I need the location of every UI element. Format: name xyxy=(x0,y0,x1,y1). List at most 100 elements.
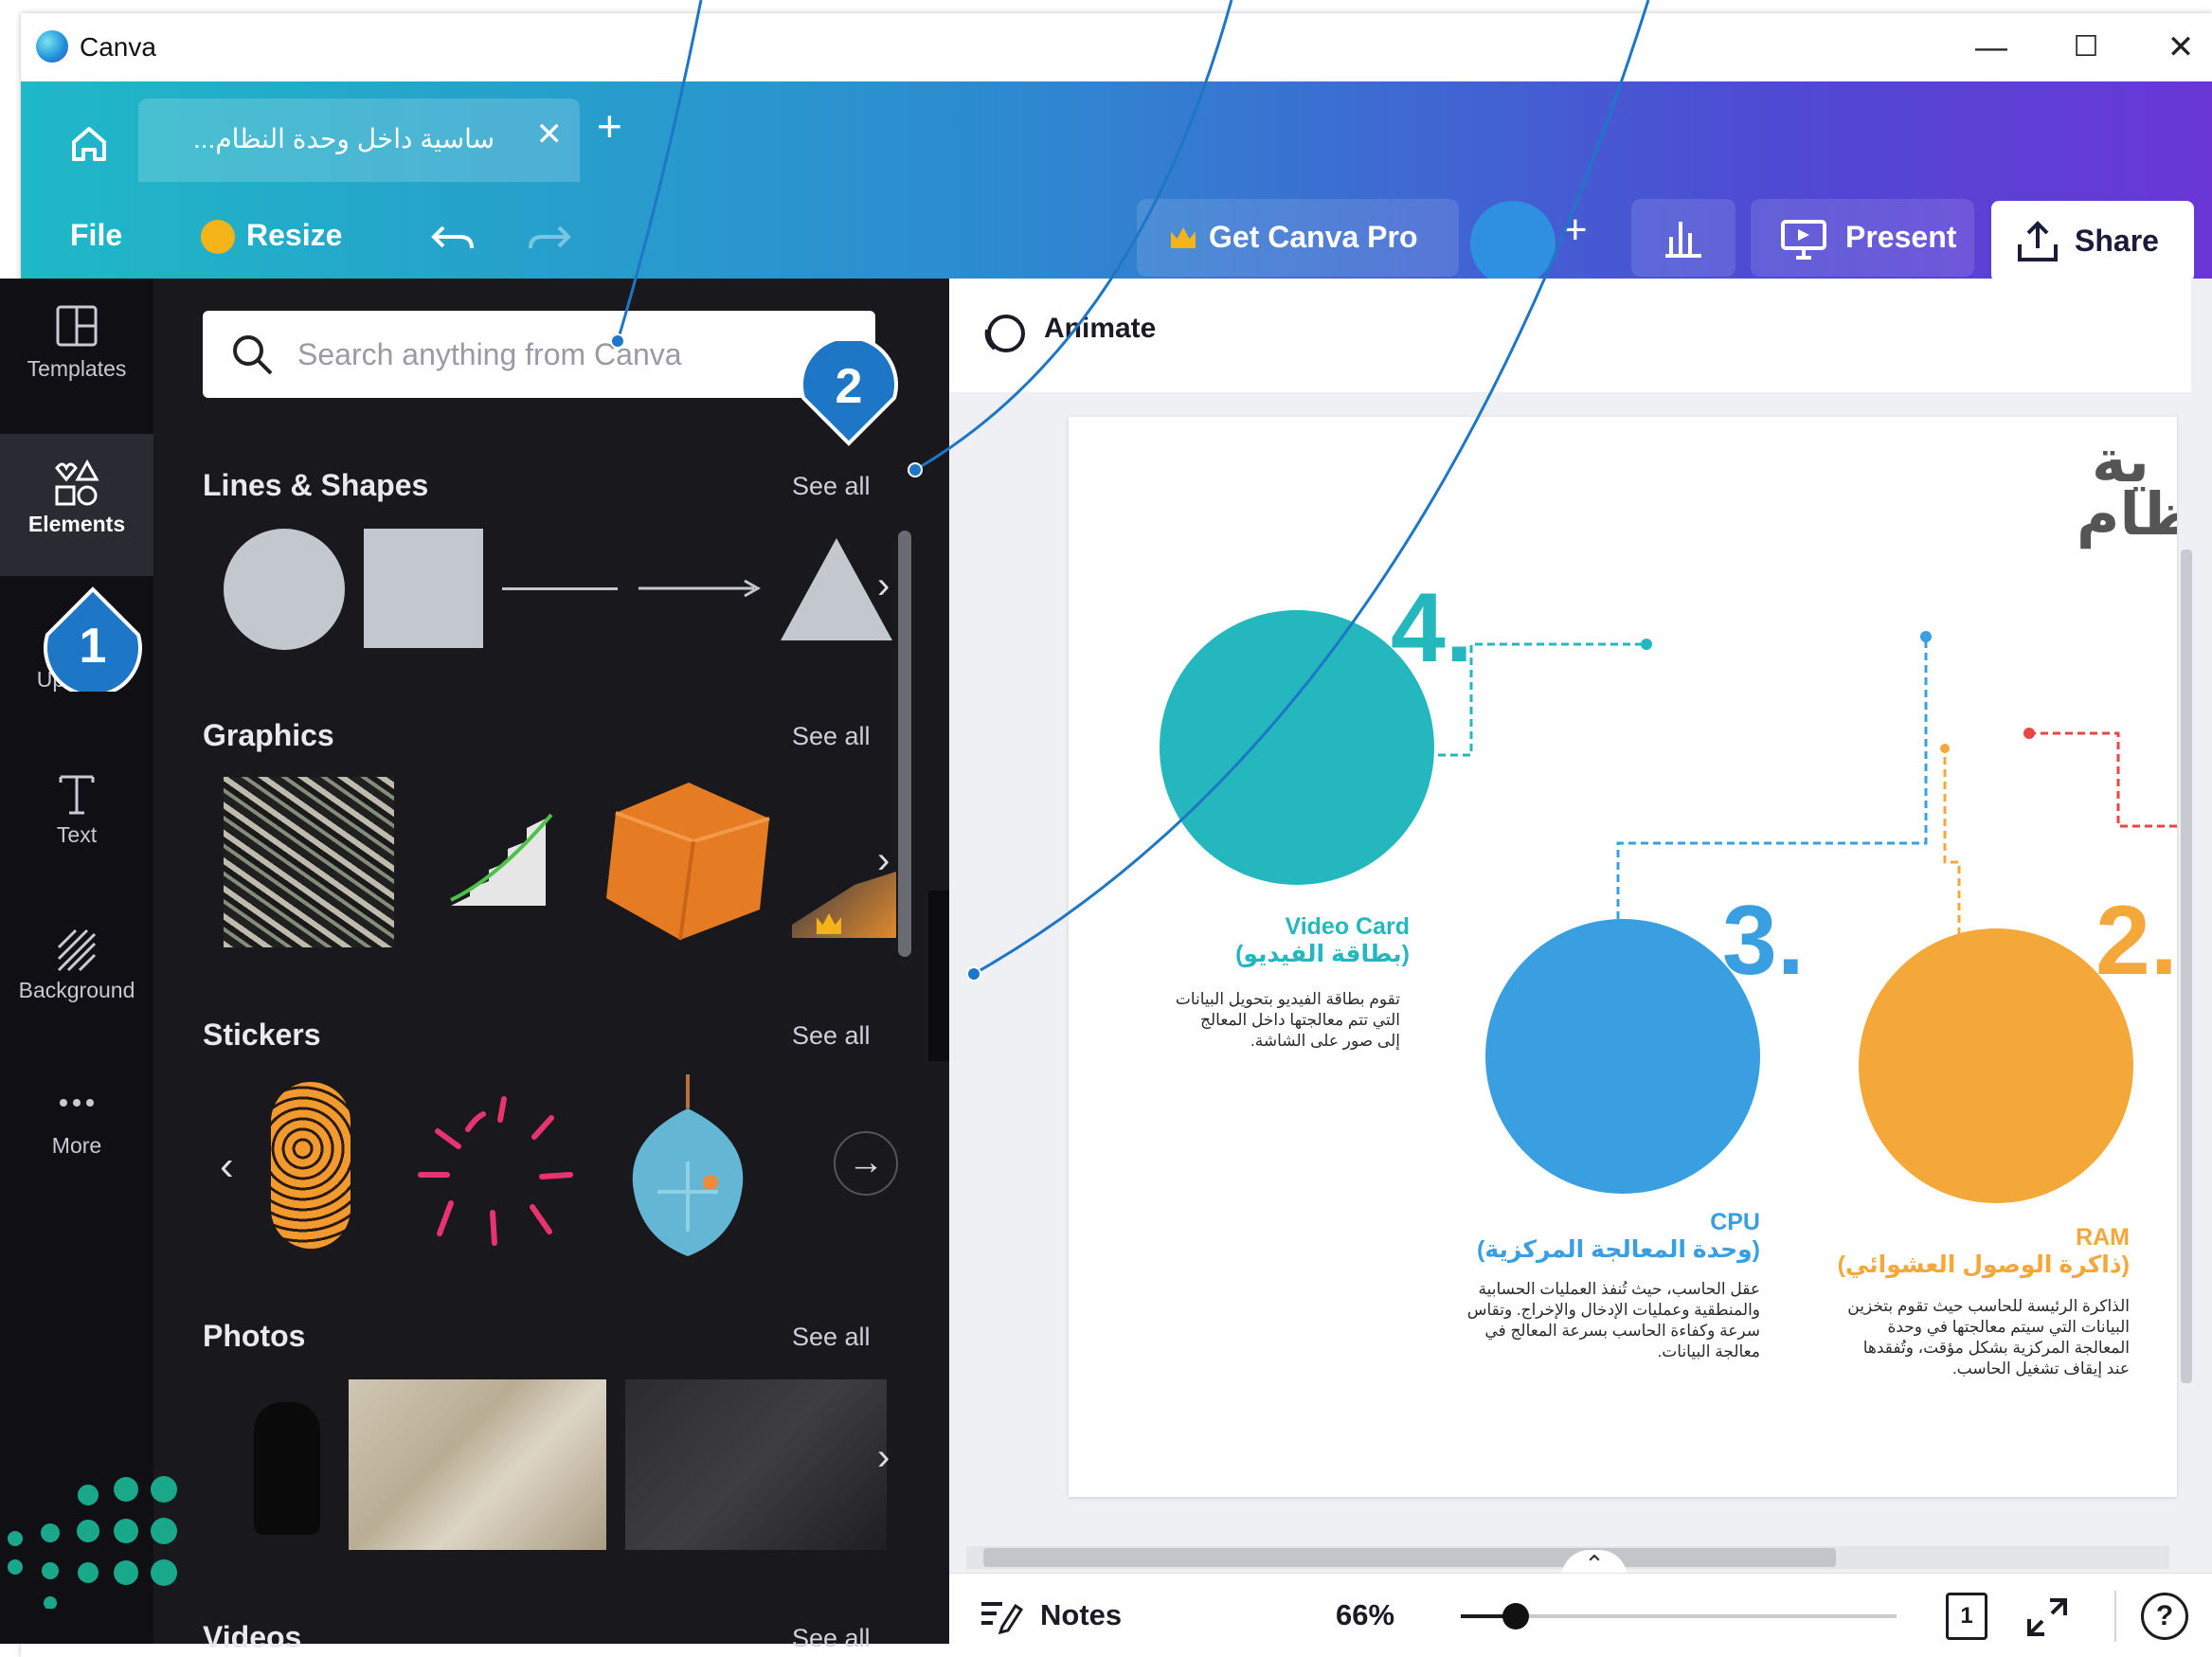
undo-icon[interactable] xyxy=(428,214,479,260)
more-icon xyxy=(60,1099,94,1107)
arrow-right-icon[interactable]: → xyxy=(834,1131,898,1196)
present-button[interactable]: Present xyxy=(1751,199,1974,277)
sticker-pink-burst[interactable] xyxy=(409,1080,580,1251)
text-icon xyxy=(59,775,95,815)
redo-icon[interactable] xyxy=(523,214,574,260)
graphic-orange-cube[interactable] xyxy=(599,777,779,946)
graphic-money-confetti[interactable] xyxy=(224,777,394,947)
decorative-dots-logo xyxy=(8,1476,177,1609)
rail-item-background[interactable]: Background xyxy=(0,900,153,1042)
notes-button[interactable]: Notes xyxy=(1040,1598,1122,1632)
callout-number-2: 2 xyxy=(835,359,863,414)
ram-circle[interactable] xyxy=(1859,928,2133,1203)
home-button[interactable] xyxy=(42,104,136,180)
vertical-scroll-thumb[interactable] xyxy=(2181,549,2192,1383)
animate-button[interactable]: Animate xyxy=(1044,313,1156,345)
fullscreen-icon[interactable] xyxy=(2025,1596,2069,1638)
get-canva-pro-button[interactable]: Get Canva Pro xyxy=(1137,199,1459,277)
page-count-button[interactable]: 1 xyxy=(1946,1593,1987,1640)
see-all-photos[interactable]: See all xyxy=(792,1323,871,1352)
chart-icon xyxy=(1665,222,1701,258)
editor-header: ساسية داخل وحدة النظام... ✕ + File Resiz… xyxy=(21,81,2212,292)
zoom-slider-handle[interactable] xyxy=(1502,1603,1529,1630)
footer-divider xyxy=(2114,1591,2116,1642)
arrow-line-shape[interactable] xyxy=(637,574,764,603)
close-window-button[interactable]: ✕ xyxy=(2152,25,2209,70)
share-label: Share xyxy=(2075,224,2159,258)
ram-number: 2. xyxy=(2095,886,2177,996)
cpu-circle[interactable] xyxy=(1485,919,1760,1194)
editor-footer: Notes 66% 1 ? xyxy=(949,1573,2212,1657)
rail-item-more[interactable]: More xyxy=(0,1055,153,1198)
chevron-left-icon[interactable]: ‹ xyxy=(220,1143,234,1190)
add-collaborator-button[interactable]: + xyxy=(1563,207,1588,254)
chevron-right-icon[interactable]: › xyxy=(877,565,890,607)
new-tab-button[interactable]: + xyxy=(597,100,622,152)
maximize-button[interactable]: ☐ xyxy=(2058,25,2114,70)
panel-scrollbar[interactable] xyxy=(898,531,911,957)
video-card-description: تقوم بطاقة الفيديو بتحويل البيانات التي … xyxy=(1175,990,1400,1050)
cpu-description: عقل الحاسب، حيث تُنفذ العمليات الحسابية … xyxy=(1466,1280,1760,1360)
see-all-lines-shapes[interactable]: See all xyxy=(792,472,871,501)
photo-crumpled-paper[interactable] xyxy=(349,1379,606,1550)
circle-shape[interactable] xyxy=(224,529,345,650)
rail-item-text[interactable]: Text xyxy=(0,745,153,887)
chevron-right-icon[interactable]: › xyxy=(877,1436,890,1479)
ram-title-ar: (ذاكرة الوصول العشوائي) xyxy=(1837,1252,2130,1278)
pro-crown-icon xyxy=(1171,227,1196,248)
rail-label-more: More xyxy=(51,1133,102,1158)
resize-button[interactable]: Resize xyxy=(246,218,342,253)
animate-bar: Animate xyxy=(949,279,2191,392)
design-page[interactable]: ية ظام 4. Video Card (بطاقة الفيديو) تقو… xyxy=(1069,417,2177,1497)
rail-label-templates: Templates xyxy=(27,356,127,381)
share-button[interactable]: Share xyxy=(1991,201,2194,282)
tab-row: ساسية داخل وحدة النظام... ✕ + xyxy=(21,81,2212,182)
rail-item-templates[interactable]: Templates xyxy=(0,279,153,421)
home-icon xyxy=(72,127,106,161)
ram-description: الذاكرة الرئيسة للحاسب حيث تقوم بتخزين ا… xyxy=(1847,1297,2130,1378)
rail-item-elements[interactable]: Elements xyxy=(0,434,153,576)
present-label: Present xyxy=(1845,220,1957,254)
square-shape[interactable] xyxy=(364,529,483,648)
section-title-videos: Videos xyxy=(203,1620,302,1654)
rail-label-elements: Elements xyxy=(27,512,126,536)
see-all-graphics[interactable]: See all xyxy=(792,722,871,751)
close-tab-icon[interactable]: ✕ xyxy=(536,116,564,153)
horizontal-scroll-thumb[interactable] xyxy=(983,1548,1836,1567)
insights-button[interactable] xyxy=(1631,199,1735,277)
document-tab[interactable]: ساسية داخل وحدة النظام... ✕ xyxy=(138,99,580,182)
search-input[interactable]: Search anything from Canva xyxy=(203,311,875,398)
minimize-button[interactable]: — xyxy=(1963,25,2020,70)
chevron-right-icon[interactable]: › xyxy=(877,839,890,882)
canvas-vertical-scrollbar[interactable] xyxy=(2179,407,2194,1506)
line-shape[interactable] xyxy=(502,587,618,590)
file-menu-button[interactable]: File xyxy=(70,218,122,253)
notes-icon xyxy=(981,1602,1023,1634)
see-all-stickers[interactable]: See all xyxy=(792,1021,871,1051)
search-icon xyxy=(233,335,273,375)
get-canva-pro-label: Get Canva Pro xyxy=(1209,220,1418,254)
callout-marker-1: 1 xyxy=(40,585,146,697)
photo-chalkboard[interactable] xyxy=(625,1379,887,1550)
rail-label-text: Text xyxy=(56,822,98,847)
present-icon xyxy=(1781,220,1826,260)
help-button[interactable]: ? xyxy=(2141,1593,2188,1640)
graphic-rising-chart[interactable] xyxy=(441,801,565,915)
section-title-lines-shapes: Lines & Shapes xyxy=(203,468,429,502)
see-all-videos[interactable]: See all xyxy=(792,1624,871,1653)
share-icon xyxy=(2018,221,2058,261)
sticker-lantern[interactable] xyxy=(620,1071,756,1260)
video-card-title: Video Card xyxy=(1285,913,1410,940)
sticker-orange-pattern[interactable] xyxy=(271,1082,351,1249)
photo-dark-object[interactable] xyxy=(254,1402,320,1535)
callout-number-1: 1 xyxy=(79,619,107,674)
canva-logo-icon xyxy=(36,30,68,63)
document-tab-label: ساسية داخل وحدة النظام... xyxy=(193,124,495,153)
cpu-title-ar: (وحدة المعالجة المركزية) xyxy=(1477,1236,1760,1263)
cpu-title: CPU xyxy=(1710,1209,1760,1235)
video-card-title-ar: (بطاقة الفيديو) xyxy=(1235,941,1410,967)
user-avatar[interactable] xyxy=(1470,201,1556,286)
crown-icon xyxy=(201,220,235,254)
search-placeholder: Search anything from Canva xyxy=(297,337,682,371)
elements-icon xyxy=(55,459,99,506)
